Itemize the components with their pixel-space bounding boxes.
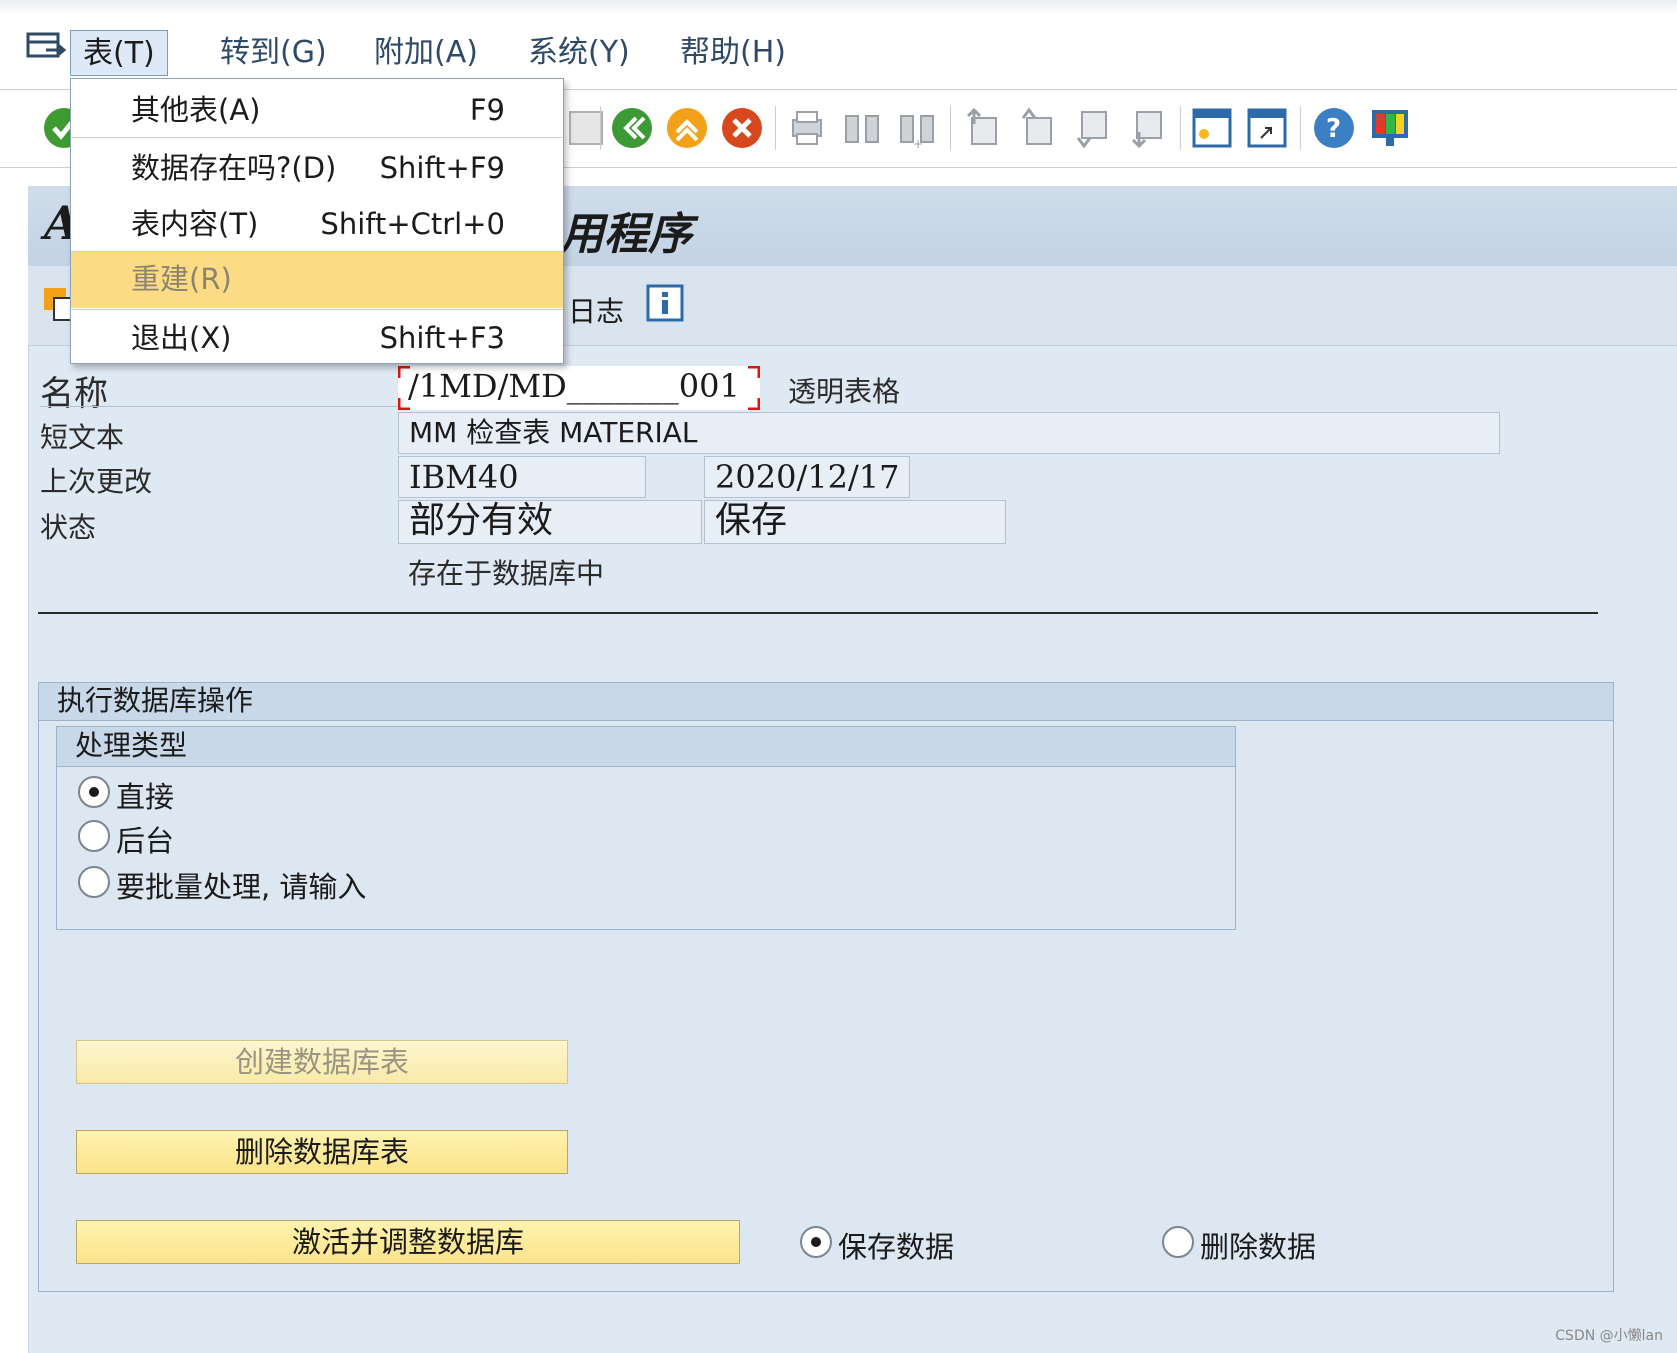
- exit-icon[interactable]: [665, 106, 709, 150]
- menu-item-exit[interactable]: 退出(X) Shift+F3: [71, 311, 563, 365]
- menu-table[interactable]: 表(T): [70, 30, 168, 76]
- menu-goto[interactable]: 转到(G): [208, 30, 339, 76]
- new-session-icon[interactable]: [1190, 106, 1234, 150]
- svg-text:+: +: [913, 137, 923, 150]
- status-field-1: 部分有效: [398, 500, 702, 544]
- menu-separator: [71, 137, 563, 138]
- label-underline: [40, 406, 398, 407]
- find-next-icon[interactable]: +: [895, 106, 939, 150]
- table-name-value: /1MD/MD_______001: [408, 367, 740, 405]
- next-page-icon[interactable]: [1070, 106, 1114, 150]
- menu-item-rebuild[interactable]: 重建(R): [71, 252, 563, 308]
- status-note: 存在于数据库中: [408, 557, 605, 590]
- menu-item-label: 重建(R): [131, 262, 232, 296]
- menu-separator: [71, 309, 563, 310]
- system-menu-icon[interactable]: [26, 30, 66, 66]
- radio-background-label: 后台: [116, 824, 175, 858]
- table-type-text: 透明表格: [788, 375, 901, 408]
- menu-item-label: 表内容(T): [131, 207, 259, 241]
- info-icon[interactable]: [646, 284, 684, 322]
- menu-item-label: 其他表(A): [131, 93, 261, 127]
- radio-direct[interactable]: [78, 776, 110, 808]
- previous-page-icon[interactable]: [1015, 106, 1059, 150]
- menu-item-shortcut: Shift+F3: [379, 321, 505, 355]
- radio-background[interactable]: [78, 820, 110, 852]
- toolbar-separator: [600, 106, 601, 150]
- create-db-table-button[interactable]: 创建数据库表: [76, 1040, 568, 1084]
- last-changed-label: 上次更改: [40, 465, 153, 498]
- menu-item-shortcut: F9: [469, 93, 505, 127]
- divider: [38, 612, 1598, 614]
- print-icon[interactable]: [785, 106, 829, 150]
- status-label: 状态: [40, 511, 97, 544]
- toolbar-separator: [1180, 106, 1181, 150]
- last-changed-user-field: IBM40: [398, 456, 646, 498]
- menu-system[interactable]: 系统(Y): [516, 30, 642, 76]
- table-name-input[interactable]: /1MD/MD_______001: [398, 366, 760, 410]
- shortcut-icon[interactable]: [1245, 106, 1289, 150]
- toolbar-separator: [1300, 106, 1301, 150]
- menu-item-other-table[interactable]: 其他表(A) F9: [71, 83, 563, 137]
- page-title-suffix: 用程序: [560, 209, 692, 260]
- menu-item-label: 数据存在吗?(D): [131, 151, 337, 185]
- cancel-icon[interactable]: [720, 106, 764, 150]
- svg-text:?: ?: [1326, 114, 1341, 144]
- menu-help[interactable]: 帮助(H): [668, 30, 798, 76]
- last-changed-date-field: 2020/12/17: [704, 456, 910, 498]
- radio-direct-label: 直接: [116, 780, 175, 814]
- toolbar-separator: [775, 106, 776, 150]
- radio-delete-data-label: 删除数据: [1200, 1230, 1317, 1264]
- processing-type-title: 处理类型: [57, 727, 1235, 767]
- name-label: 名称: [40, 374, 108, 414]
- watermark: CSDN @小懒lan: [1555, 1328, 1663, 1344]
- short-text-label: 短文本: [40, 421, 125, 454]
- radio-delete-data[interactable]: [1162, 1226, 1194, 1258]
- radio-batch-label: 要批量处理, 请输入: [116, 870, 367, 904]
- menu-extras[interactable]: 附加(A): [362, 30, 490, 76]
- first-page-icon[interactable]: [960, 106, 1004, 150]
- activate-adjust-db-button[interactable]: 激活并调整数据库: [76, 1220, 740, 1264]
- menu-item-data-exists[interactable]: 数据存在吗?(D) Shift+F9: [71, 141, 563, 195]
- customize-layout-icon[interactable]: [1368, 106, 1412, 150]
- short-text-field[interactable]: MM 检查表 MATERIAL: [398, 412, 1500, 454]
- radio-save-data-label: 保存数据: [838, 1230, 955, 1264]
- back-icon[interactable]: [610, 106, 654, 150]
- find-icon[interactable]: [840, 106, 884, 150]
- menu-item-shortcut: Shift+Ctrl+0: [320, 207, 505, 241]
- toolbar-separator: [950, 106, 951, 150]
- delete-db-table-button[interactable]: 删除数据库表: [76, 1130, 568, 1174]
- menu-item-table-contents[interactable]: 表内容(T) Shift+Ctrl+0: [71, 197, 563, 251]
- radio-save-data[interactable]: [800, 1226, 832, 1258]
- db-operations-title: 执行数据库操作: [39, 683, 1613, 721]
- help-icon[interactable]: ?: [1312, 106, 1356, 150]
- last-page-icon[interactable]: [1125, 106, 1169, 150]
- radio-batch[interactable]: [78, 866, 110, 898]
- save-icon[interactable]: [564, 106, 608, 150]
- table-menu-dropdown: 其他表(A) F9 数据存在吗?(D) Shift+F9 表内容(T) Shif…: [70, 78, 564, 364]
- status-field-2: 保存: [704, 500, 1006, 544]
- menu-item-shortcut: Shift+F9: [379, 151, 505, 185]
- menu-item-label: 退出(X): [131, 321, 232, 355]
- log-button[interactable]: 日志: [568, 290, 624, 330]
